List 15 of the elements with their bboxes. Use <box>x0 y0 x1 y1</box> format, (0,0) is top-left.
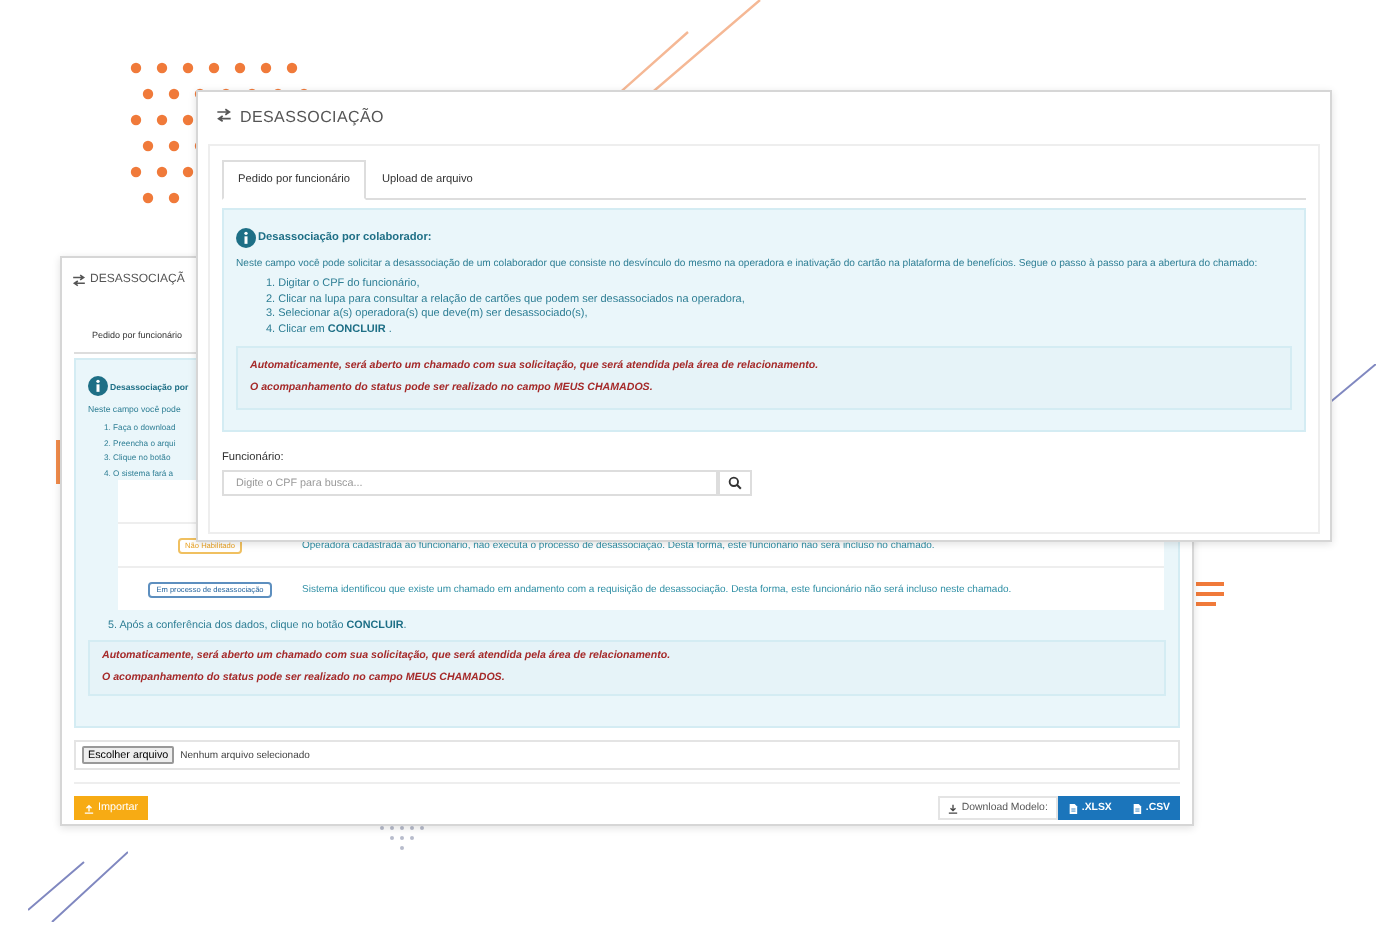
info-icon <box>88 376 108 396</box>
stripe-drawing <box>1196 582 1224 610</box>
swap-icon <box>72 273 86 287</box>
dot-pattern-drawing <box>380 826 424 850</box>
file-icon <box>1067 803 1078 813</box>
line-drawing <box>28 850 128 922</box>
window-title: DESASSOCIAÇÃO <box>240 107 384 125</box>
file-icon <box>1131 803 1142 813</box>
swap-icon <box>216 108 232 124</box>
upload-icon <box>84 803 94 813</box>
line-drawing <box>1328 364 1376 404</box>
search-button[interactable] <box>718 470 752 497</box>
download-icon <box>947 803 958 813</box>
search-icon <box>728 476 742 491</box>
info-icon <box>236 228 256 248</box>
